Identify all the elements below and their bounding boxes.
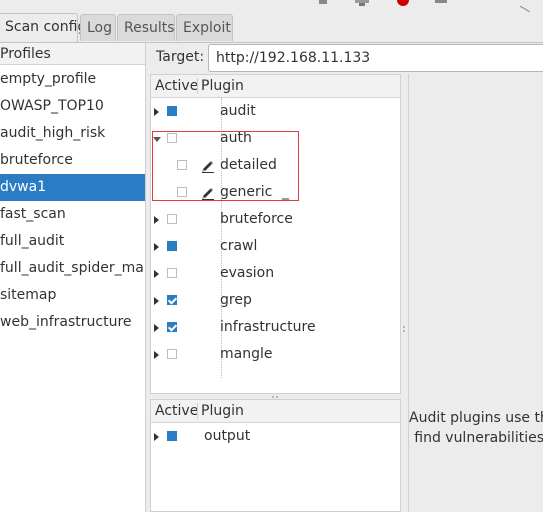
profile-label: empty_profile <box>0 71 97 87</box>
pane-grip[interactable] <box>403 330 405 332</box>
column-header-active[interactable]: Active <box>155 75 198 97</box>
plugin-checkbox[interactable] <box>167 106 177 116</box>
pane-grip[interactable] <box>276 396 278 398</box>
expander-icon[interactable] <box>154 108 159 116</box>
profile-item-selected[interactable]: dvwa1 <box>0 174 145 201</box>
plugin-label: grep <box>220 292 252 308</box>
expander-icon[interactable] <box>154 433 159 441</box>
stop-icon[interactable] <box>396 0 410 8</box>
profile-item[interactable]: empty_profile <box>0 66 145 93</box>
plugin-label: output <box>204 428 251 444</box>
profile-label: fast_scan <box>0 206 66 222</box>
plugin-row-output[interactable]: output <box>151 423 400 450</box>
expander-icon[interactable] <box>154 243 159 251</box>
tab-label: Exploit <box>183 20 231 36</box>
plugin-label: mangle <box>220 346 273 362</box>
profile-label: bruteforce <box>0 152 73 168</box>
profile-item[interactable]: fast_scan <box>0 201 145 228</box>
tab-exploit[interactable]: Exploit <box>176 14 233 41</box>
profiles-column-header[interactable]: Profiles <box>0 43 145 65</box>
expander-icon[interactable] <box>154 324 159 332</box>
tab-results[interactable]: Results <box>117 14 175 41</box>
tab-label: Log <box>87 20 113 36</box>
plugin-row-infrastructure[interactable]: infrastructure <box>151 314 400 341</box>
plugins-tree-header: Active Plugin <box>151 75 400 98</box>
profile-label: audit_high_risk <box>0 125 106 141</box>
plugins-tree: Active Plugin audit auth detailed generi… <box>150 74 401 394</box>
column-separator <box>197 403 198 419</box>
toolbar-icon[interactable] <box>355 0 369 8</box>
description-line: Audit plugins use the <box>409 410 543 426</box>
target-url-value: http://192.168.11.133 <box>216 50 371 66</box>
profiles-header-label: Profiles <box>0 46 51 62</box>
plugin-label: crawl <box>220 238 258 254</box>
column-header-active[interactable]: Active <box>155 400 198 422</box>
expander-icon[interactable] <box>154 351 159 359</box>
toolbar-icon[interactable] <box>318 0 328 6</box>
plugin-row-grep[interactable]: grep <box>151 287 400 314</box>
annotation-highlight-box <box>152 131 299 201</box>
plugin-checkbox[interactable] <box>167 322 177 332</box>
profile-label: sitemap <box>0 287 57 303</box>
plugin-row-mangle[interactable]: mangle <box>151 341 400 368</box>
profile-item[interactable]: OWASP_TOP10 <box>0 93 145 120</box>
expander-icon[interactable] <box>154 216 159 224</box>
target-label: Target: <box>156 49 205 65</box>
expander-icon[interactable] <box>154 297 159 305</box>
toolbar-icon[interactable] <box>435 0 447 8</box>
profile-label: full_audit <box>0 233 65 249</box>
pane-grip[interactable] <box>272 396 274 398</box>
profile-label: OWASP_TOP10 <box>0 98 104 114</box>
expander-icon[interactable] <box>154 270 159 278</box>
profiles-list: Profiles empty_profile OWASP_TOP10 audit… <box>0 43 146 512</box>
profile-label: dvwa1 <box>0 179 47 195</box>
plugin-label: infrastructure <box>220 319 316 335</box>
plugin-checkbox[interactable] <box>167 214 177 224</box>
description-line: find vulnerabilities <box>414 430 543 446</box>
plugin-checkbox[interactable] <box>167 349 177 359</box>
target-url-input[interactable]: http://192.168.11.133 <box>208 44 543 72</box>
profile-item[interactable]: full_audit <box>0 228 145 255</box>
profile-item[interactable]: sitemap <box>0 282 145 309</box>
column-header-plugin[interactable]: Plugin <box>201 75 244 97</box>
column-separator <box>197 78 198 94</box>
profile-label: web_infrastructure <box>0 314 132 330</box>
tab-label: Scan config <box>5 19 87 35</box>
profile-item[interactable]: web_infrastructure <box>0 309 145 336</box>
tab-label: Results <box>124 20 175 36</box>
plugin-checkbox[interactable] <box>167 268 177 278</box>
profile-item[interactable]: audit_high_risk <box>0 120 145 147</box>
plugin-label: bruteforce <box>220 211 293 227</box>
output-plugins-tree: Active Plugin output <box>150 399 401 512</box>
plugin-row-crawl[interactable]: crawl <box>151 233 400 260</box>
plugin-checkbox[interactable] <box>167 241 177 251</box>
plugin-description-text: Audit plugins use the find vulnerabiliti… <box>409 408 543 448</box>
toolbar-strip <box>0 0 543 13</box>
tab-log[interactable]: Log <box>80 14 116 41</box>
output-tree-header: Active Plugin <box>151 400 400 423</box>
plugin-checkbox[interactable] <box>167 295 177 305</box>
plugin-label: audit <box>220 103 256 119</box>
tab-scan-config[interactable]: Scan config <box>0 13 86 42</box>
plugin-checkbox[interactable] <box>167 431 177 441</box>
column-header-plugin[interactable]: Plugin <box>201 400 244 422</box>
toolbar-icon[interactable] <box>519 0 531 13</box>
profile-label: full_audit_spider_man <box>0 260 145 276</box>
plugin-row-evasion[interactable]: evasion <box>151 260 400 287</box>
plugin-row-bruteforce[interactable]: bruteforce <box>151 206 400 233</box>
pane-grip[interactable] <box>403 326 405 328</box>
notebook-tabs: Scan config Log Results Exploit <box>0 12 543 43</box>
profile-item[interactable]: full_audit_spider_man <box>0 255 145 282</box>
plugin-row-audit[interactable]: audit <box>151 98 400 125</box>
profile-item[interactable]: bruteforce <box>0 147 145 174</box>
plugin-label: evasion <box>220 265 275 281</box>
plugin-description-pane: Audit plugins use the find vulnerabiliti… <box>408 74 543 512</box>
